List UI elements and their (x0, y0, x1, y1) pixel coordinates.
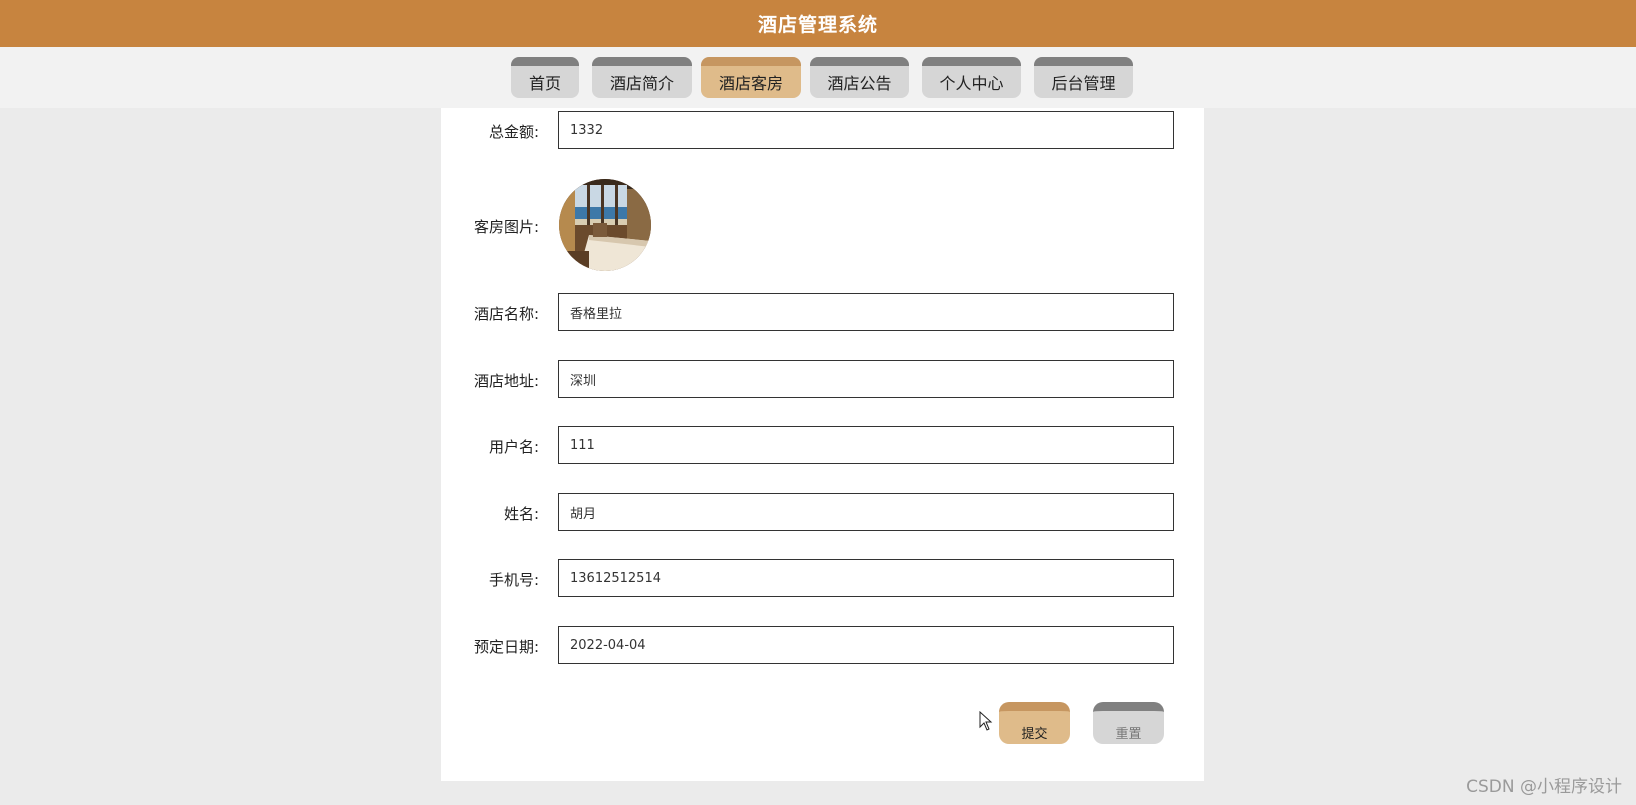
nav-item-hotel-notices[interactable]: 酒店公告 (810, 57, 909, 98)
total-amount-input[interactable] (558, 111, 1174, 149)
nav-item-home[interactable]: 首页 (511, 57, 579, 98)
room-photo[interactable] (559, 179, 651, 271)
nav-item-admin[interactable]: 后台管理 (1034, 57, 1133, 98)
phone-label: 手机号: (488, 571, 539, 589)
name-label: 姓名: (503, 505, 539, 523)
booking-date-input[interactable] (558, 626, 1174, 664)
nav-item-hotel-intro[interactable]: 酒店简介 (592, 57, 692, 98)
watermark: CSDN @小程序设计 (1466, 777, 1622, 797)
booking-date-label: 预定日期: (473, 638, 539, 656)
header-bar: 酒店管理系统 (0, 0, 1636, 47)
submit-button[interactable]: 提交 (999, 702, 1070, 744)
nav-bar: 首页 酒店简介 酒店客房 酒店公告 个人中心 后台管理 (0, 47, 1636, 108)
nav-item-personal-center[interactable]: 个人中心 (922, 57, 1021, 98)
room-image-label: 客房图片: (473, 218, 539, 236)
reset-button[interactable]: 重置 (1093, 702, 1164, 744)
booking-form-panel: 总金额: 客房图片: 酒店名称: (441, 108, 1204, 781)
mouse-cursor-icon (979, 711, 993, 731)
nav-item-hotel-rooms[interactable]: 酒店客房 (701, 57, 801, 98)
phone-input[interactable] (558, 559, 1174, 597)
hotel-name-input[interactable] (558, 293, 1174, 331)
app-title: 酒店管理系统 (757, 14, 878, 36)
hotel-address-label: 酒店地址: (473, 372, 539, 390)
room-photo-image (559, 179, 651, 271)
total-amount-label: 总金额: (488, 123, 539, 141)
hotel-name-label: 酒店名称: (473, 305, 539, 323)
name-input[interactable] (558, 493, 1174, 531)
username-input[interactable] (558, 426, 1174, 464)
hotel-address-input[interactable] (558, 360, 1174, 398)
username-label: 用户名: (488, 438, 539, 456)
